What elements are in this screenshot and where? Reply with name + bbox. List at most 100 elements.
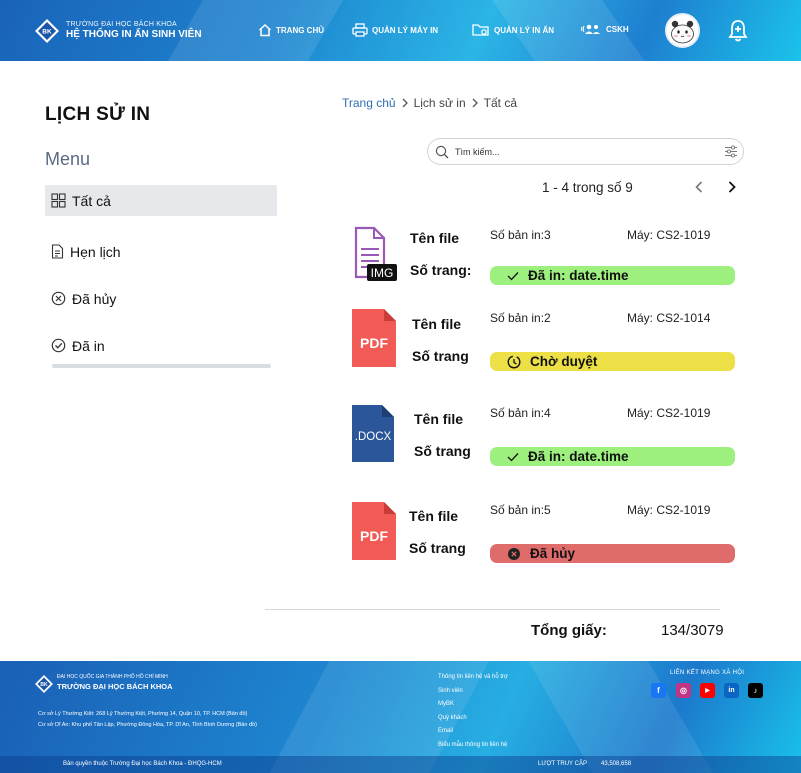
brand-big: HỆ THỐNG IN ẤN SINH VIÊN [66, 29, 202, 40]
menu-item-all[interactable]: Tất cả [45, 185, 277, 216]
file-name: Tên file [414, 411, 464, 427]
sidebar-divider [52, 364, 271, 368]
file-name: Tên file [412, 316, 462, 332]
status-badge: Chờ duyệt [490, 352, 735, 371]
status-label: Đã hủy [530, 546, 576, 561]
printer-machine: Máy: CS2-1019 [627, 406, 711, 420]
printer-machine: Máy: CS2-1019 [627, 228, 711, 242]
docx-file-icon: .DOCX [352, 405, 394, 462]
file-type-label: PDF [360, 335, 388, 351]
cancel-icon [508, 547, 520, 560]
status-badge: Đã hủy [490, 544, 735, 563]
copies-count: Số bản in:3 [490, 228, 551, 242]
chevron-right-icon [472, 98, 478, 108]
top-header: BK TRƯỜNG ĐẠI HỌC BÁCH KHOA HỆ THỐNG IN … [0, 0, 801, 61]
pagination-label: 1 - 4 trong số 9 [542, 180, 633, 195]
footer-link[interactable]: Quý khách [438, 712, 508, 726]
footer-logo-text: BK [40, 682, 48, 688]
social-title: LIÊN KẾT MẠNG XÃ HỘI [670, 670, 745, 676]
status-label: Chờ duyệt [530, 354, 598, 369]
summary-divider [265, 609, 720, 610]
nav-print-label: QUẢN LÝ IN ẤN [494, 25, 554, 35]
user-avatar[interactable] [665, 13, 700, 48]
search-bar [427, 138, 744, 165]
nav-home[interactable]: TRANG CHỦ [258, 23, 324, 37]
status-label: Đã in: date.time [528, 449, 629, 464]
breadcrumb-current: Tất cả [483, 96, 518, 110]
menu-item-label: Đã in [72, 337, 105, 354]
breadcrumb-history[interactable]: Lịch sử in [414, 96, 466, 110]
visits-label: LƯỢT TRUY CẬP [538, 761, 587, 767]
footer-links: Thông tin liên hệ và hỗ trợ Sinh viên My… [438, 671, 508, 752]
menu-item-scheduled[interactable]: Hẹn lịch [45, 236, 277, 267]
nav-support-label: CSKH [606, 24, 629, 34]
clock-pending-icon [507, 354, 521, 369]
search-input[interactable] [455, 143, 705, 161]
university-logo[interactable]: BK [34, 18, 60, 44]
nav-support[interactable]: CSKH [580, 23, 629, 35]
footer-link[interactable]: Email [438, 725, 508, 739]
img-file-icon: IMG [354, 226, 397, 281]
footer-bottom-bar: Bản quyền thuộc Trường Đại học Bách Khoa… [0, 756, 801, 773]
check-icon [507, 452, 519, 461]
menu-item-label: Đã hủy [72, 290, 117, 307]
copies-count: Số bản in:4 [490, 406, 551, 420]
prev-page-button[interactable] [693, 180, 705, 194]
footer-link[interactable]: Biểu mẫu thông tin liên hệ [438, 739, 508, 753]
nav-home-label: TRANG CHỦ [276, 25, 324, 35]
breadcrumb-home[interactable]: Trang chủ [342, 96, 396, 110]
copies-count: Số bản in:5 [490, 503, 551, 517]
check-circle-icon [51, 338, 66, 353]
footer-link[interactable]: Thông tin liên hệ và hỗ trợ [438, 671, 508, 685]
footer-address-2: Cơ sở Dĩ An: Khu phố Tân Lập, Phường Đôn… [38, 722, 257, 728]
next-page-button[interactable] [726, 180, 738, 194]
menu-title: Menu [45, 149, 91, 169]
footer-university-logo[interactable]: BK [34, 674, 54, 694]
file-name: Tên file [410, 230, 460, 246]
status-badge: Đã in: date.time [490, 447, 735, 466]
menu-item-cancelled[interactable]: Đã hủy [45, 283, 277, 314]
linkedin-icon[interactable]: in [724, 683, 739, 698]
printer-machine: Máy: CS2-1014 [627, 311, 711, 325]
breadcrumb: Trang chủ Lịch sử in Tất cả [342, 96, 517, 110]
search-icon[interactable] [435, 145, 449, 159]
file-name: Tên file [409, 508, 459, 524]
printer-icon [352, 23, 368, 37]
tiktok-icon[interactable]: ♪ [748, 683, 763, 698]
nav-printer-management[interactable]: QUẢN LÝ MÁY IN [352, 23, 438, 37]
avatar-image [667, 15, 698, 46]
pdf-file-icon: PDF [352, 309, 396, 367]
footer-brand-big: TRƯỜNG ĐẠI HỌC BÁCH KHOA [57, 682, 173, 691]
file-row[interactable]: PDF Tên file Số trang Số bản in:2 Máy: C… [340, 309, 740, 379]
file-type-label: PDF [360, 528, 388, 544]
document-icon [51, 244, 64, 259]
file-type-label: .DOCX [355, 431, 392, 443]
file-row[interactable]: IMG Tên file Số trang: Số bản in:3 Máy: … [340, 225, 740, 295]
youtube-icon[interactable]: ▶ [700, 683, 715, 698]
file-type-label: IMG [371, 266, 394, 280]
copyright-text: Bản quyền thuộc Trường Đại học Bách Khoa… [63, 761, 222, 767]
total-paper-label: Tổng giấy: [531, 622, 607, 639]
check-icon [507, 271, 519, 280]
visits-value: 43,508,658 [601, 761, 632, 767]
facebook-icon[interactable]: f [651, 683, 666, 698]
file-row[interactable]: PDF Tên file Số trang Số bản in:5 Máy: C… [340, 502, 740, 572]
file-row[interactable]: .DOCX Tên file Số trang Số bản in:4 Máy:… [340, 405, 740, 475]
total-paper-value: 134/3079 [661, 622, 724, 639]
footer-address-1: Cơ sở Lý Thường Kiệt: 268 Lý Thường Kiệt… [38, 711, 248, 717]
file-pages: Số trang [414, 443, 471, 459]
instagram-icon[interactable]: ◎ [676, 683, 691, 698]
notification-bell-icon[interactable] [728, 19, 748, 43]
menu-item-label: Hẹn lịch [70, 243, 121, 260]
logo-text: BK [42, 29, 52, 36]
footer-link[interactable]: MyBK [438, 698, 508, 712]
home-icon [258, 23, 272, 37]
status-label: Đã in: date.time [528, 268, 629, 283]
filter-icon[interactable] [724, 144, 738, 159]
footer-brand: ĐẠI HỌC QUỐC GIA THÀNH PHỐ HỒ CHÍ MINH T… [57, 674, 173, 691]
footer-link[interactable]: Sinh viên [438, 685, 508, 699]
menu-item-printed[interactable]: Đã in [45, 330, 277, 361]
pdf-file-icon: PDF [352, 502, 396, 560]
status-badge: Đã in: date.time [490, 266, 735, 285]
nav-print-management[interactable]: QUẢN LÝ IN ẤN [472, 23, 554, 37]
